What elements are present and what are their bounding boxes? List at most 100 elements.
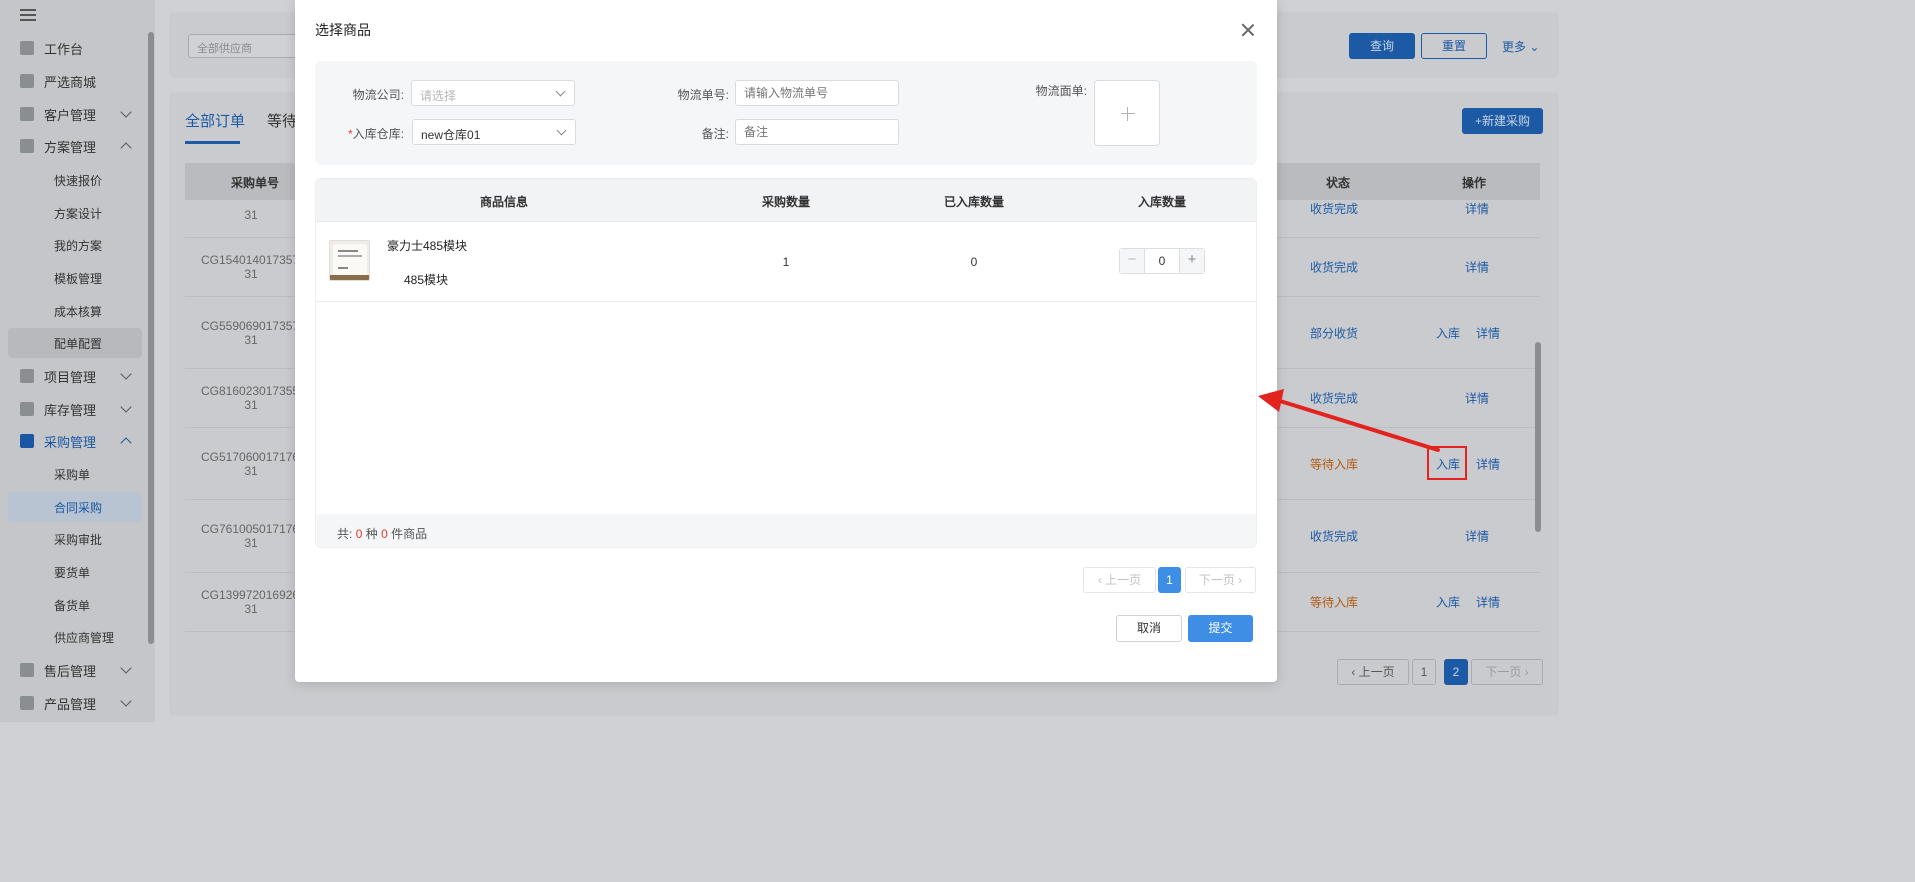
kind-count: 0 (355, 527, 363, 541)
sidebar-item-project[interactable]: 项目管理 (0, 361, 148, 391)
sidebar: 工作台 严选商城 客户管理 方案管理 快速报价 方案设计 我的方案 模板管理 成… (0, 0, 155, 722)
submit-button[interactable]: 提交 (1188, 615, 1253, 642)
col-inbound-qty: 入库数量 (1137, 195, 1187, 209)
sidebar-item-dashboard[interactable]: 工作台 (0, 33, 148, 63)
bg-prev-page-button[interactable]: ‹ 上一页 (1337, 659, 1409, 685)
col-action: 操作 (1462, 176, 1487, 190)
more-filters-button[interactable]: 更多 ⌄ (1502, 38, 1539, 55)
order-no: CG76100501717607 (201, 522, 311, 536)
sidebar-sub-templates[interactable]: 模板管理 (0, 263, 148, 293)
cancel-button[interactable]: 取消 (1116, 615, 1182, 642)
order-no-suffix: 31 (244, 332, 258, 347)
chevron-down-icon: ⌄ (1529, 40, 1540, 54)
sidebar-scrollbar[interactable] (148, 32, 154, 644)
sidebar-sub-suppliers[interactable]: 供应商管理 (0, 622, 148, 652)
waybill-label: 物流面单: (1035, 84, 1087, 98)
tracking-no-label: 物流单号: (677, 88, 729, 102)
bg-page-1[interactable]: 1 (1412, 659, 1436, 685)
tracking-no-input[interactable] (735, 80, 899, 106)
purchase-qty: 1 (782, 255, 790, 269)
dialog-title: 选择商品 (315, 22, 371, 38)
order-no: CG13997201692617 (201, 588, 311, 602)
detail-link[interactable]: 详情 (1465, 528, 1489, 545)
sidebar-sub-stock-prep[interactable]: 备货单 (0, 590, 148, 620)
page-1[interactable]: 1 (1158, 567, 1181, 593)
inbound-qty-stepper: − 0 + (1119, 248, 1205, 274)
sidebar-sub-purchase-approval[interactable]: 采购审批 (0, 524, 148, 554)
sidebar-item-label: 库存管理 (44, 402, 97, 418)
tab-waiting[interactable]: 等待 (267, 110, 297, 131)
detail-link[interactable]: 详情 (1465, 259, 1489, 276)
bg-page-2[interactable]: 2 (1444, 659, 1468, 685)
sidebar-sub-my-plans[interactable]: 我的方案 (0, 230, 148, 260)
warehouse-label-text: 入库仓库: (352, 127, 404, 141)
chevron-up-icon (120, 437, 132, 449)
remark-input[interactable] (735, 119, 899, 145)
chevron-up-icon (120, 142, 132, 154)
sidebar-sub-cost[interactable]: 成本核算 (0, 296, 148, 326)
inbound-qty-value[interactable]: 0 (1145, 249, 1179, 273)
prev-page-button[interactable]: ‹ 上一页 (1083, 567, 1156, 593)
logistics-company-select[interactable]: 请选择 (411, 80, 575, 106)
status-text: 收货完成 (1310, 202, 1359, 216)
sidebar-item-purchase[interactable]: 采购管理 (0, 426, 148, 456)
goods-table-header: 商品信息 采购数量 已入库数量 入库数量 (316, 179, 1256, 222)
sidebar-item-inventory[interactable]: 库存管理 (0, 394, 148, 424)
warehouse-select[interactable]: new仓库01 (412, 119, 576, 145)
sidebar-item-label: 采购管理 (44, 434, 97, 450)
sidebar-item-aftersales[interactable]: 售后管理 (0, 655, 148, 685)
sidebar-item-product[interactable]: 产品管理 (0, 688, 148, 718)
received-qty: 0 (970, 255, 978, 269)
prev-page-label: 上一页 (1105, 573, 1142, 587)
menu-toggle-icon[interactable] (20, 9, 36, 23)
next-page-button[interactable]: 下一页 › (1185, 567, 1256, 593)
detail-link[interactable]: 详情 (1465, 390, 1489, 407)
sidebar-sub-plan-design[interactable]: 方案设计 (0, 198, 148, 228)
bg-next-page-button[interactable]: 下一页 › (1471, 659, 1543, 685)
more-label: 更多 (1502, 40, 1527, 54)
sidebar-sub-purchase-order[interactable]: 采购单 (0, 459, 148, 489)
detail-link[interactable]: 详情 (1476, 324, 1500, 341)
order-no: 31 (244, 208, 258, 222)
new-purchase-button[interactable]: +新建采购 (1462, 108, 1543, 134)
detail-link[interactable]: 详情 (1476, 594, 1500, 611)
col-order-no: 采购单号 (231, 176, 280, 190)
sidebar-item-mall[interactable]: 严选商城 (0, 66, 148, 96)
plus-icon[interactable]: + (1179, 249, 1204, 273)
reset-button[interactable]: 重置 (1421, 33, 1487, 59)
next-page-label: 下一页 (1485, 665, 1522, 679)
sidebar-item-label: 售后管理 (44, 663, 97, 679)
sidebar-item-label: 工作台 (44, 41, 84, 57)
select-placeholder: 请选择 (420, 89, 457, 103)
tab-all-orders[interactable]: 全部订单 (185, 110, 245, 131)
sidebar-sub-order-config[interactable]: 配单配置 (8, 328, 142, 358)
sidebar-sub-requisition[interactable]: 要货单 (0, 557, 148, 587)
waybill-upload-plus-icon[interactable] (1094, 80, 1160, 146)
query-button[interactable]: 查询 (1349, 33, 1415, 59)
detail-link[interactable]: 详情 (1465, 200, 1489, 217)
next-page-label: 下一页 (1198, 573, 1235, 587)
sidebar-sub-quick-quote[interactable]: 快速报价 (0, 165, 148, 195)
inbound-link[interactable]: 入库 (1436, 324, 1460, 341)
sidebar-item-label: 产品管理 (44, 696, 97, 712)
close-icon[interactable] (1240, 22, 1256, 38)
chevron-down-icon (120, 695, 132, 707)
table-scrollbar[interactable] (1535, 342, 1541, 532)
col-purchase-qty: 采购数量 (761, 195, 811, 209)
product-name: 豪力士485模块 (387, 239, 468, 253)
minus-icon[interactable]: − (1120, 249, 1145, 273)
sidebar-item-plan[interactable]: 方案管理 (0, 131, 148, 161)
chevron-right-icon: › (1238, 573, 1243, 587)
order-no-suffix: 31 (244, 536, 258, 550)
supplier-select[interactable]: 全部供应商 (188, 34, 308, 58)
order-no-suffix: 31 (244, 267, 258, 281)
sidebar-sub-contract-purchase[interactable]: 合同采购 (8, 492, 142, 522)
chevron-left-icon: ‹ (1351, 665, 1356, 679)
inbound-link[interactable]: 入库 (1436, 594, 1460, 611)
order-no-suffix: 31 (244, 602, 258, 616)
headset-icon (20, 663, 34, 677)
status-text: 等待入库 (1310, 595, 1359, 610)
detail-link[interactable]: 详情 (1476, 455, 1500, 472)
summary-text: 共: 0 种 0 件商品 (337, 527, 428, 541)
sidebar-item-customer[interactable]: 客户管理 (0, 99, 148, 129)
